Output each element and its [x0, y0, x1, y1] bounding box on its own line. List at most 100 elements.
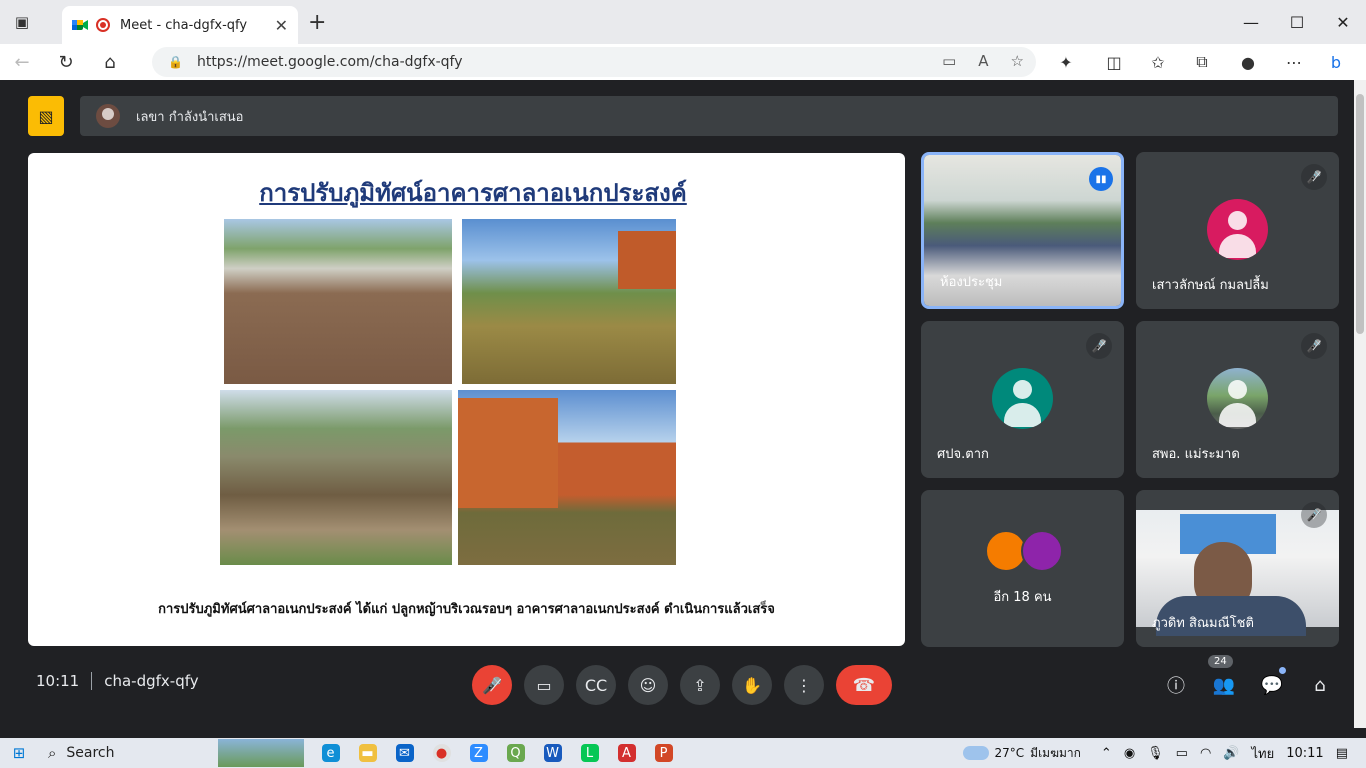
- search-label: Search: [66, 745, 115, 761]
- lock-icon[interactable]: 🔒: [168, 55, 183, 69]
- meet-control-bar: 10:11 cha-dgfx-qfy 🎤̸ ▭ CC ☺ ⇪ ✋ ⋮ ☎ ⓘ 2…: [12, 654, 1354, 718]
- meet-logo-icon: [72, 18, 88, 32]
- word-icon[interactable]: W: [534, 738, 571, 768]
- chevron-up-icon[interactable]: ⌃: [1101, 746, 1112, 761]
- slide-photo-orange-building: [458, 390, 676, 565]
- camera-permission-icon[interactable]: ▭: [942, 52, 956, 70]
- participant-name: ศปจ.ตาก: [937, 447, 989, 462]
- search-icon: ⌕: [48, 744, 57, 762]
- participant-tile-meeting-room[interactable]: ▮▮ ห้องประชุม: [921, 152, 1124, 309]
- volume-icon[interactable]: 🔊: [1223, 746, 1239, 761]
- participant-name: ห้องประชุม: [940, 275, 1003, 290]
- taskbar-clock[interactable]: 10:11: [1286, 746, 1323, 761]
- powerpoint-icon[interactable]: P: [645, 738, 682, 768]
- leave-call-button[interactable]: ☎: [836, 665, 892, 705]
- slide-title: การปรับภูมิทัศน์อาคารศาลาอเนกประสงค์: [259, 179, 687, 207]
- notifications-icon[interactable]: ▤: [1336, 746, 1348, 761]
- mic-off-icon: 🎤̸: [1301, 164, 1327, 190]
- address-bar[interactable]: 🔒 https://meet.google.com/cha-dgfx-qfy ▭…: [152, 47, 1036, 77]
- page-scrollbar[interactable]: [1354, 80, 1366, 728]
- people-count-badge: 24: [1208, 655, 1233, 668]
- meeting-details-button[interactable]: ⓘ: [1156, 665, 1196, 705]
- presenter-label: เลขา กำลังนำเสนอ: [136, 109, 244, 125]
- wifi-icon[interactable]: ◠: [1200, 746, 1211, 761]
- more-participants-avatars: [985, 530, 1065, 574]
- side-controls: ⓘ 24 👥 💬 ⌂: [1156, 655, 1340, 705]
- stop-presenting-icon[interactable]: ▧: [28, 96, 64, 136]
- camera-toggle-button[interactable]: ▭: [524, 665, 564, 705]
- call-controls: 🎤̸ ▭ CC ☺ ⇪ ✋ ⋮ ☎: [472, 665, 892, 705]
- address-toolbar: ← ↻ ⌂ 🔒 https://meet.google.com/cha-dgfx…: [0, 44, 1366, 80]
- participant-tile[interactable]: 🎤̸ สพอ. แม่ระมาด: [1136, 321, 1339, 478]
- close-tab-icon[interactable]: ✕: [275, 16, 288, 35]
- bing-icon[interactable]: b: [1318, 44, 1354, 80]
- avatar: [1021, 530, 1063, 572]
- back-icon[interactable]: ←: [0, 44, 44, 80]
- system-tray: 27°C มีเมฆมาก ⌃ ◉ 🎙 ▭ ◠ 🔊 ไทย 10:11 ▤: [962, 738, 1366, 768]
- minimize-icon[interactable]: —: [1228, 0, 1274, 44]
- profile-icon[interactable]: ●: [1230, 44, 1266, 80]
- chat-unread-dot: [1279, 667, 1286, 674]
- home-icon[interactable]: ⌂: [88, 44, 132, 80]
- search-highlight-image[interactable]: [218, 739, 304, 767]
- windows-taskbar: ⊞ ⌕ Search e ▬ ✉ ● Z Q W L A P 27°C มีเม…: [0, 738, 1366, 768]
- start-button-icon[interactable]: ⊞: [0, 738, 38, 768]
- captions-button[interactable]: CC: [576, 665, 616, 705]
- split-screen-icon[interactable]: ◫: [1096, 44, 1132, 80]
- file-explorer-icon[interactable]: ▬: [349, 738, 386, 768]
- mic-off-icon: 🎤̸: [1301, 333, 1327, 359]
- webcam-icon[interactable]: ◉: [1124, 746, 1135, 761]
- read-aloud-icon[interactable]: A: [978, 52, 988, 70]
- chrome-icon[interactable]: ●: [423, 738, 460, 768]
- raise-hand-button[interactable]: ✋: [732, 665, 772, 705]
- qgis-icon[interactable]: Q: [497, 738, 534, 768]
- present-now-button[interactable]: ⇪: [680, 665, 720, 705]
- more-participants-tile[interactable]: อีก 18 คน: [921, 490, 1124, 647]
- chat-button[interactable]: 💬: [1252, 665, 1292, 705]
- battery-icon[interactable]: ▭: [1176, 746, 1188, 761]
- microphone-icon[interactable]: 🎙: [1147, 746, 1164, 761]
- meeting-time: 10:11: [36, 672, 80, 690]
- close-window-icon[interactable]: ✕: [1320, 0, 1366, 44]
- collections-icon[interactable]: ⧉: [1184, 44, 1220, 80]
- new-tab-icon[interactable]: +: [308, 10, 326, 35]
- slide-photo-lawn-building: [462, 219, 676, 384]
- more-participants-label: อีก 18 คน: [993, 590, 1052, 605]
- slide-photo-workers-field: [220, 390, 452, 565]
- mic-toggle-button[interactable]: 🎤̸: [472, 665, 512, 705]
- acrobat-icon[interactable]: A: [608, 738, 645, 768]
- mic-off-icon: 🎤̸: [1301, 502, 1327, 528]
- avatar: [992, 368, 1053, 429]
- refresh-icon[interactable]: ↻: [44, 44, 88, 80]
- browser-tab-strip: ▣ Meet - cha-dgfx-qfy ✕ + — ☐ ✕: [0, 0, 1366, 44]
- line-icon[interactable]: L: [571, 738, 608, 768]
- edge-icon[interactable]: e: [312, 738, 349, 768]
- mail-icon[interactable]: ✉: [386, 738, 423, 768]
- maximize-icon[interactable]: ☐: [1274, 0, 1320, 44]
- participant-name: เสาวลักษณ์ กมลปลื้ม: [1152, 278, 1269, 293]
- zoom-icon[interactable]: Z: [460, 738, 497, 768]
- tab-actions-icon[interactable]: ▣: [0, 0, 44, 44]
- meeting-code: cha-dgfx-qfy: [104, 672, 199, 690]
- favorites-icon[interactable]: ✩: [1140, 44, 1176, 80]
- participant-tile-camera[interactable]: 🎤̸ ภูวดิท สิณมณีโชติ: [1136, 490, 1339, 647]
- reactions-button[interactable]: ☺: [628, 665, 668, 705]
- activities-button[interactable]: ⌂: [1300, 665, 1340, 705]
- browser-tab-meet[interactable]: Meet - cha-dgfx-qfy ✕: [62, 6, 298, 44]
- presenter-avatar: [96, 104, 120, 128]
- weather-widget[interactable]: 27°C มีเมฆมาก: [962, 744, 1081, 763]
- participant-tile[interactable]: 🎤̸ ศปจ.ตาก: [921, 321, 1124, 478]
- input-language[interactable]: ไทย: [1252, 743, 1275, 764]
- participant-video: [1136, 510, 1339, 636]
- more-options-button[interactable]: ⋮: [784, 665, 824, 705]
- participant-tile[interactable]: 🎤̸ เสาวลักษณ์ กมลปลื้ม: [1136, 152, 1339, 309]
- meeting-info: 10:11 cha-dgfx-qfy: [36, 672, 199, 690]
- people-button[interactable]: 24 👥: [1204, 655, 1244, 705]
- extensions-icon[interactable]: ✦: [1048, 44, 1084, 80]
- speaking-indicator-icon: ▮▮: [1089, 167, 1113, 191]
- taskbar-search[interactable]: ⌕ Search: [38, 738, 218, 768]
- presenter-banner: เลขา กำลังนำเสนอ: [80, 96, 1338, 136]
- favorite-star-icon[interactable]: ☆: [1011, 52, 1024, 70]
- more-options-icon[interactable]: ⋯: [1276, 44, 1312, 80]
- avatar: [1207, 199, 1268, 260]
